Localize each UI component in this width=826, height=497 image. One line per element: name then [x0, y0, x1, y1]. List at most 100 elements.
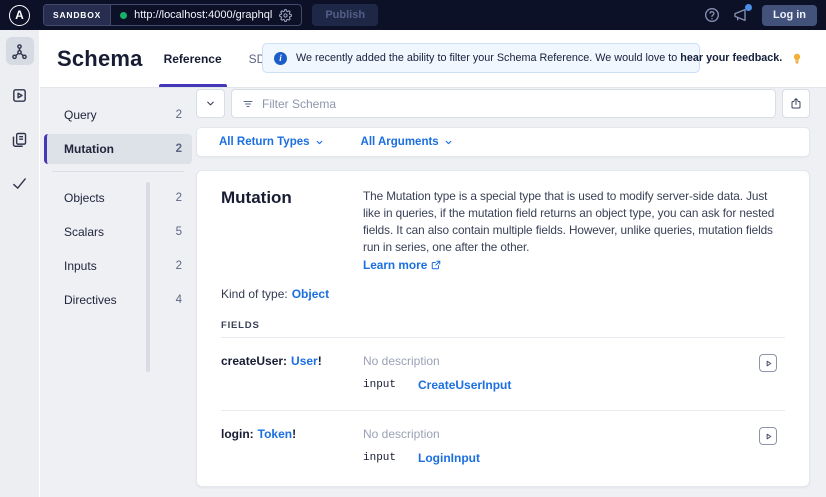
tab-reference[interactable]: Reference: [158, 30, 227, 87]
kind-of-type-row: Kind of type: Object: [221, 287, 785, 301]
gear-icon[interactable]: [279, 8, 293, 22]
nav-item-label: Query: [64, 108, 97, 122]
field-detail: No description input LoginInput: [363, 427, 759, 465]
endpoint-url-wrap[interactable]: http://localhost:4000/graphql: [111, 5, 301, 25]
field-row-createuser: createUser: User! No description input Cr…: [221, 338, 785, 411]
arg-kind: input: [363, 379, 397, 391]
rail-item-schema[interactable]: [5, 37, 34, 65]
nav-item-scalars[interactable]: Scalars 5: [44, 217, 192, 247]
arg-type-link[interactable]: LoginInput: [418, 451, 480, 465]
nav-item-count: 4: [175, 294, 182, 306]
nav-divider: [52, 171, 184, 172]
nav-item-label: Scalars: [64, 225, 105, 239]
rail-item-collections[interactable]: [6, 125, 34, 153]
banner-text: We recently added the ability to filter …: [296, 52, 782, 64]
megaphone-icon[interactable]: [733, 4, 752, 23]
apollo-logo-letter: A: [15, 8, 24, 22]
login-button[interactable]: Log in: [762, 4, 817, 26]
field-name: login: Token!: [221, 427, 363, 465]
run-field-button[interactable]: [759, 427, 777, 445]
type-name: Mutation: [221, 188, 292, 207]
apollo-logo[interactable]: A: [9, 4, 30, 26]
share-button[interactable]: [782, 89, 810, 118]
nav-item-mutation[interactable]: Mutation 2: [44, 134, 192, 164]
chevron-down-icon: [315, 138, 324, 147]
chip-label: All Arguments: [360, 136, 439, 148]
filter-dropdown-button[interactable]: [196, 89, 225, 118]
chip-all-arguments[interactable]: All Arguments: [361, 136, 453, 148]
feedback-banner: i We recently added the ability to filte…: [262, 43, 801, 73]
nav-item-objects[interactable]: Objects 2: [44, 183, 192, 213]
chevron-down-icon: [444, 138, 453, 147]
lightbulb-icon: [791, 52, 803, 65]
help-icon[interactable]: [704, 7, 720, 23]
field-type-link[interactable]: Token: [258, 427, 292, 441]
nav-item-count: 2: [175, 260, 182, 272]
nav-item-count: 2: [175, 109, 182, 121]
arg-kind: input: [363, 452, 397, 464]
notification-dot: [745, 4, 752, 11]
learn-more-label: Learn more: [363, 258, 428, 272]
filter-row: [196, 89, 810, 118]
schema-nav: Query 2 Mutation 2 Objects 2 Scalars 5 I…: [40, 100, 196, 319]
filter-input-wrap: [231, 89, 776, 118]
schema-graph-icon: [11, 43, 28, 60]
run-field-button[interactable]: [759, 354, 777, 372]
play-icon: [763, 358, 774, 369]
field-bang: !: [317, 354, 322, 368]
field-row-login: login: Token! No description input LoginI…: [221, 411, 785, 483]
type-header-row: Mutation The Mutation type is a special …: [221, 188, 785, 274]
endpoint-url[interactable]: http://localhost:4000/graphql: [134, 9, 272, 21]
nav-item-count: 5: [175, 226, 182, 238]
learn-more-link[interactable]: Learn more: [363, 258, 441, 272]
explorer-play-icon: [11, 87, 28, 104]
kind-label: Kind of type:: [221, 287, 288, 301]
collections-icon: [11, 131, 28, 148]
nav-item-inputs[interactable]: Inputs 2: [44, 251, 192, 281]
play-icon: [763, 431, 774, 442]
filter-lines-icon: [242, 98, 254, 110]
checks-icon: [11, 175, 28, 192]
nav-item-query[interactable]: Query 2: [44, 100, 192, 130]
nav-item-count: 2: [175, 192, 182, 204]
field-arg-line: input CreateUserInput: [363, 378, 759, 392]
type-description: The Mutation type is a special type that…: [363, 189, 775, 254]
filter-chips-card: All Return Types All Arguments: [196, 127, 810, 157]
nav-item-label: Inputs: [64, 259, 97, 273]
field-description: No description: [363, 354, 440, 368]
publish-button[interactable]: Publish: [312, 4, 379, 26]
nav-item-label: Mutation: [64, 142, 114, 156]
feedback-link[interactable]: hear your feedback.: [680, 52, 782, 64]
field-arg-line: input LoginInput: [363, 451, 759, 465]
chip-label: All Return Types: [219, 136, 310, 148]
banner-prefix: We recently added the ability to filter …: [296, 52, 681, 64]
field-type-link[interactable]: User: [291, 354, 318, 368]
left-icon-rail: [0, 30, 40, 497]
arg-type-link[interactable]: CreateUserInput: [418, 378, 511, 392]
nav-item-label: Objects: [64, 191, 105, 205]
field-description: No description: [363, 427, 440, 441]
chip-all-return-types[interactable]: All Return Types: [219, 136, 324, 148]
field-name-text: login:: [221, 427, 254, 441]
topbar: A SANDBOX http://localhost:4000/graphql …: [0, 0, 826, 30]
connection-status-dot: [120, 11, 128, 19]
sandbox-badge: SANDBOX: [44, 5, 112, 25]
kind-value-link[interactable]: Object: [292, 287, 329, 301]
header-tabs: Reference SDL: [158, 30, 272, 87]
rail-item-checks[interactable]: [6, 169, 34, 197]
type-detail-card: Mutation The Mutation type is a special …: [196, 170, 810, 487]
page-title: Schema: [57, 45, 143, 71]
field-detail: No description input CreateUserInput: [363, 354, 759, 392]
field-bang: !: [292, 427, 297, 441]
fields-section-label: FIELDS: [221, 320, 260, 331]
topbar-right: Log in: [704, 4, 817, 26]
nav-scrollbar[interactable]: [146, 182, 150, 372]
rail-item-explorer[interactable]: [6, 81, 34, 109]
chevron-down-icon: [205, 98, 216, 109]
filter-schema-input[interactable]: [262, 96, 765, 111]
type-description-block: The Mutation type is a special type that…: [363, 188, 785, 274]
nav-item-directives[interactable]: Directives 4: [44, 285, 192, 315]
nav-item-label: Directives: [64, 293, 117, 307]
field-name: createUser: User!: [221, 354, 363, 392]
share-icon: [790, 97, 802, 110]
